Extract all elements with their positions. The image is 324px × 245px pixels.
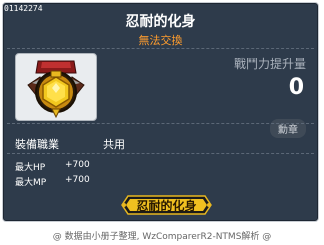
- medal-tag-label: 忍耐的化身: [136, 199, 197, 213]
- job-label: 裝備職業: [15, 138, 59, 151]
- trade-status: 無法交換: [138, 34, 183, 47]
- combat-power-label: 戰鬥力提升量: [233, 57, 306, 71]
- divider: [7, 123, 314, 124]
- stat-row-max-hp: 最大HP +700: [15, 160, 90, 173]
- gold-medal-icon: [27, 60, 85, 119]
- stat-label: 最大MP: [15, 178, 47, 188]
- stat-value: +700: [65, 175, 90, 185]
- item-icon-frame: [15, 53, 97, 121]
- category-badge: 勳章: [270, 119, 306, 138]
- combat-power-value: 0: [288, 75, 304, 100]
- medal-name-tag: 忍耐的化身: [120, 193, 213, 217]
- item-name: 忍耐的化身: [125, 14, 196, 30]
- divider: [7, 48, 314, 49]
- divider: [7, 153, 314, 154]
- item-tooltip: 01142274 忍耐的化身 無法交換 戰鬥力提升量 0 勳章 裝備職業 共用 …: [2, 2, 319, 222]
- stat-value: +700: [65, 160, 90, 170]
- stat-row-max-mp: 最大MP +700: [15, 175, 90, 188]
- job-value: 共用: [103, 138, 125, 151]
- footer-credit: @ 数据由小册子整理, WzComparerR2-NTMS解析 @: [52, 232, 272, 242]
- stat-label: 最大HP: [15, 163, 46, 173]
